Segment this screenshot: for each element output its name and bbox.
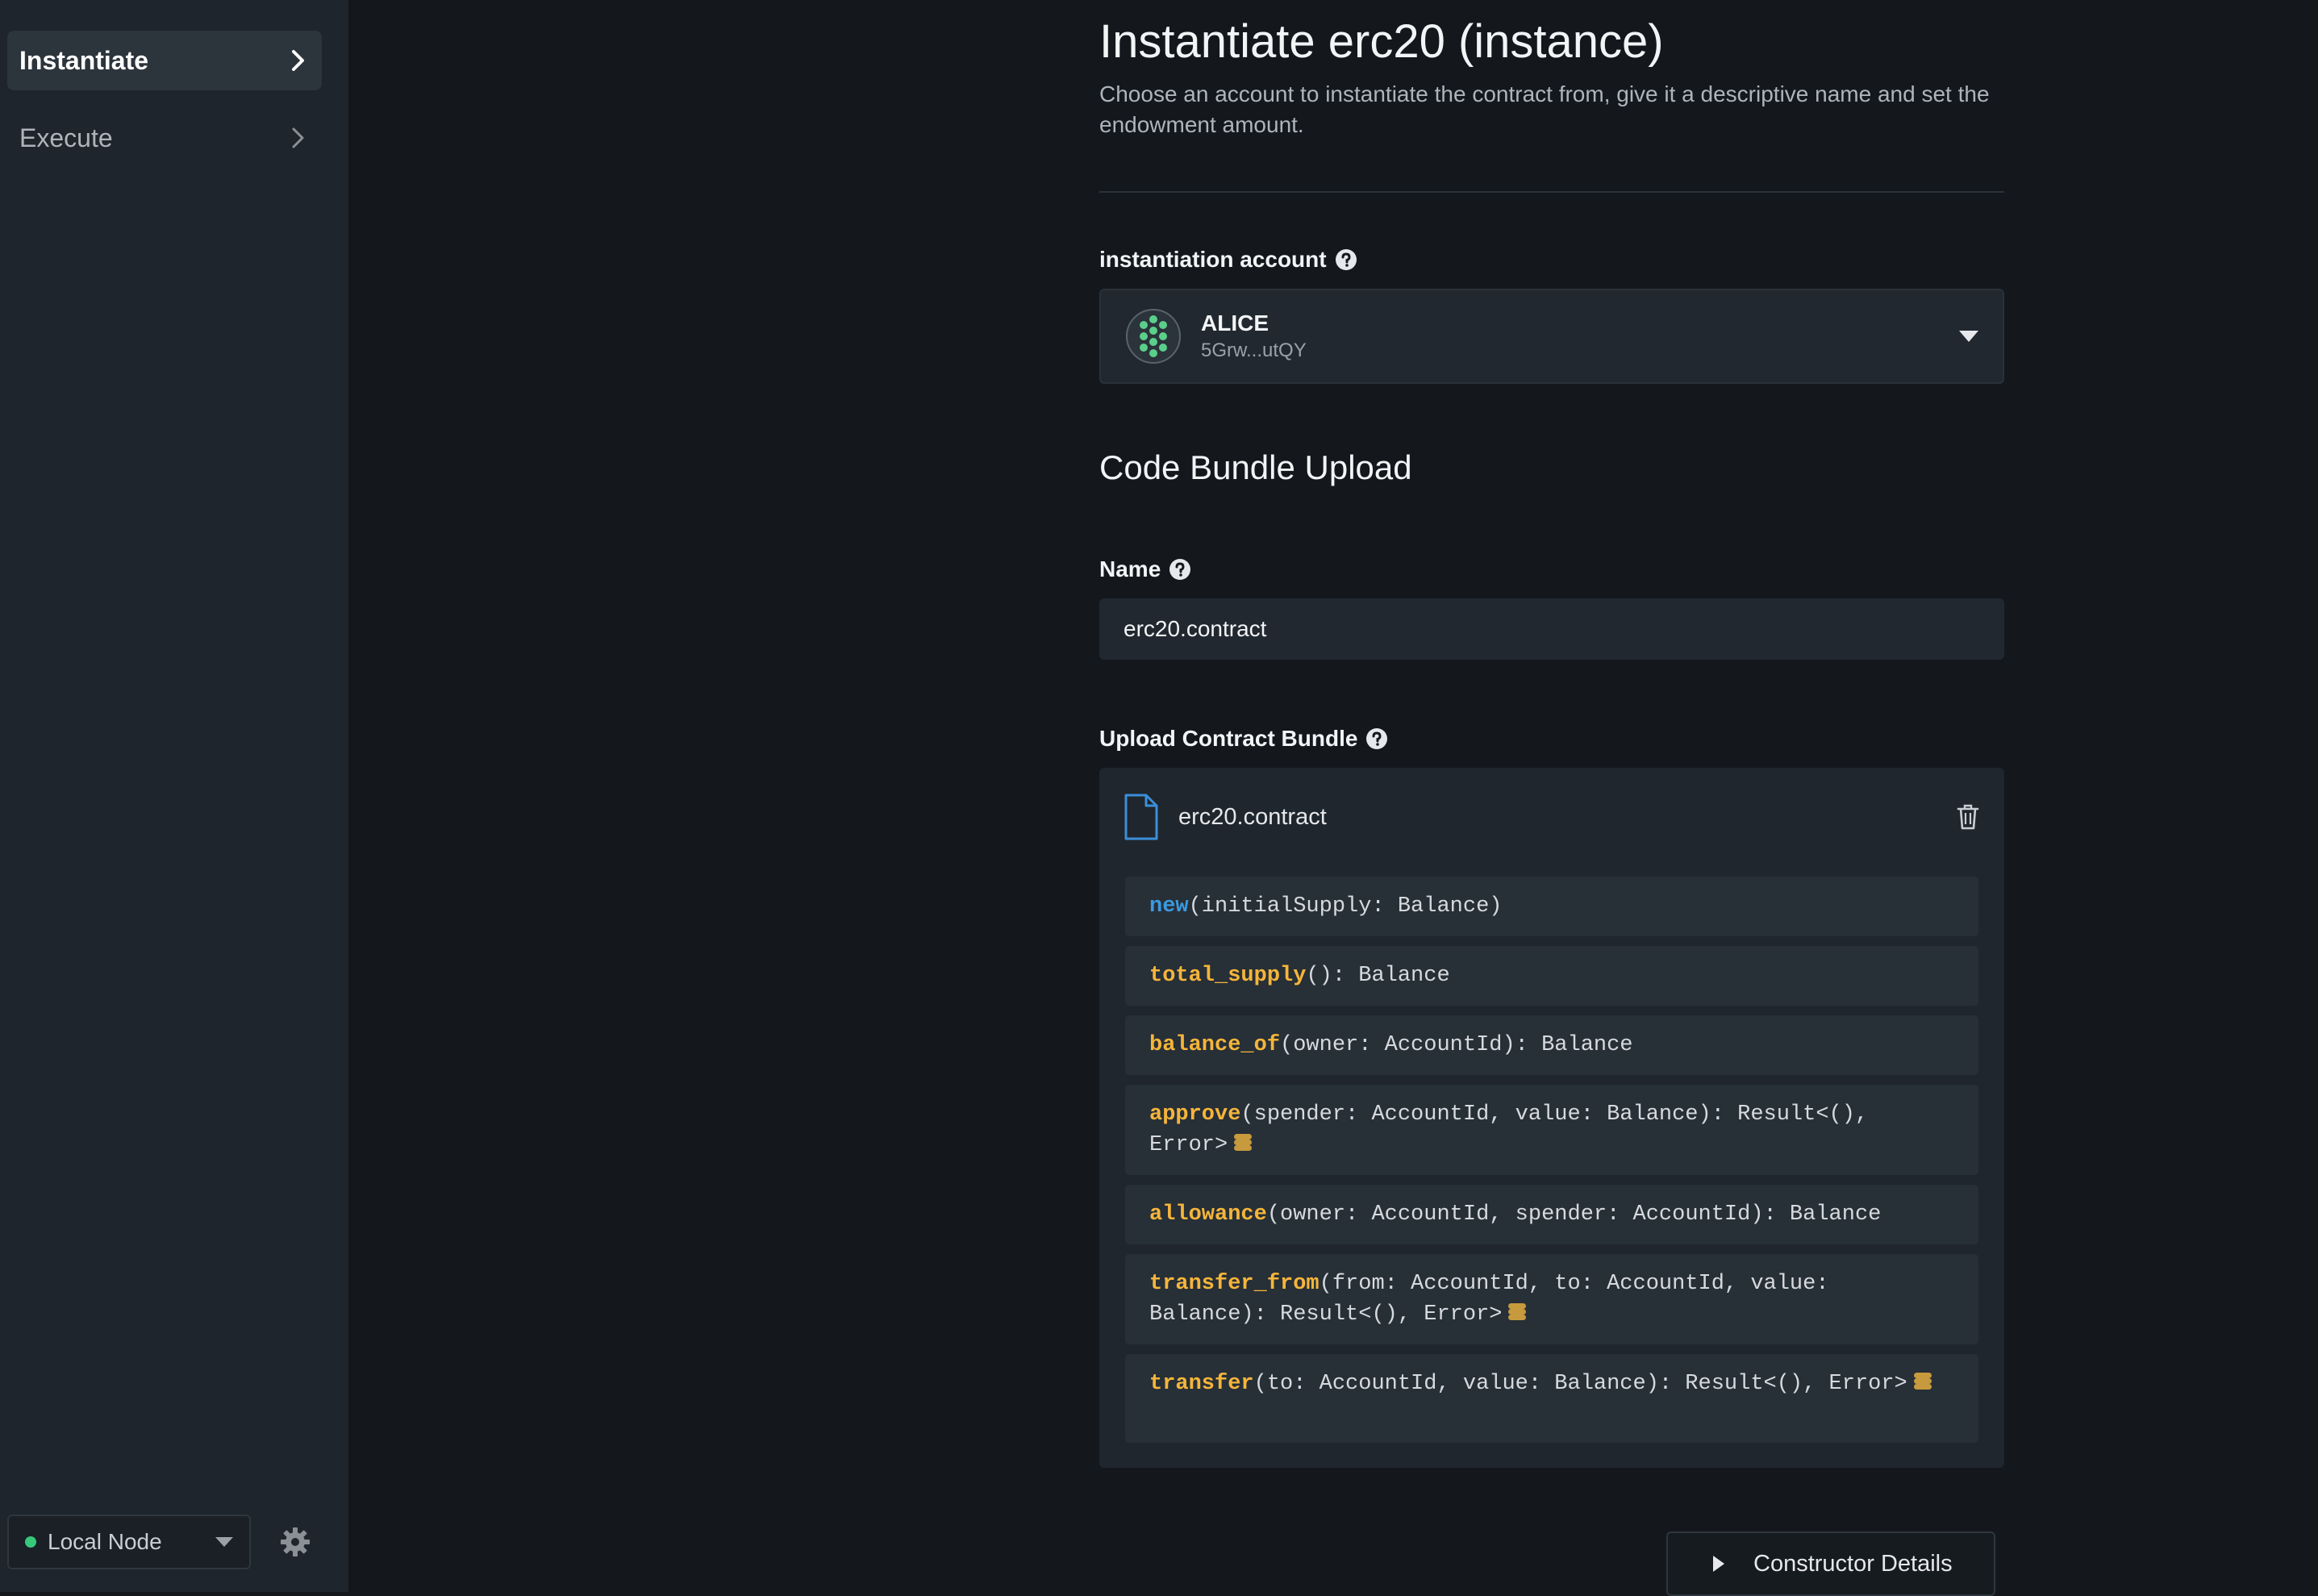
message-item: transfer(to: AccountId, value: Balance):… — [1125, 1354, 1978, 1443]
bundle-label: Upload Contract Bundle — [1099, 726, 1388, 752]
account-label-text: instantiation account — [1099, 247, 1327, 272]
sidebar-item-execute[interactable]: Execute — [7, 108, 322, 168]
node-label: Local Node — [48, 1529, 162, 1554]
identicon-avatar — [1126, 309, 1181, 364]
coins-icon — [1508, 1303, 1527, 1320]
message-signature: (owner: AccountId, spender: AccountId): … — [1266, 1202, 1882, 1227]
message-signature: (initialSupply: Balance) — [1188, 894, 1503, 919]
page-title: Instantiate erc20 (instance) — [1099, 15, 1664, 68]
chevron-right-icon — [292, 50, 304, 71]
chevron-right-icon — [292, 127, 304, 148]
divider — [1099, 191, 2004, 193]
constructor-details-button[interactable]: Constructor Details — [1666, 1531, 1995, 1596]
section-title: Code Bundle Upload — [1099, 448, 1412, 486]
message-name: transfer — [1149, 1372, 1254, 1396]
caret-down-icon — [215, 1537, 233, 1547]
help-icon[interactable] — [1365, 727, 1388, 750]
sidebar-item-label: Instantiate — [19, 45, 149, 75]
message-name: allowance — [1149, 1202, 1267, 1227]
sidebar: Instantiate Execute Local Node — [0, 0, 348, 1592]
help-icon[interactable] — [1169, 558, 1191, 581]
name-label: Name — [1099, 556, 1191, 582]
message-signature: (spender: AccountId, value: Balance): Re… — [1149, 1102, 1869, 1157]
caret-right-icon — [1713, 1556, 1724, 1572]
message-item: balance_of(owner: AccountId): Balance — [1125, 1015, 1978, 1075]
message-signature: (to: AccountId, value: Balance): Result<… — [1253, 1372, 1907, 1396]
file-icon — [1124, 794, 1158, 840]
coins-icon — [1913, 1373, 1932, 1390]
bundle-panel: erc20.contract new(initialSupply: Balanc… — [1099, 768, 2004, 1468]
constructor-details-label: Constructor Details — [1753, 1550, 1953, 1577]
message-name: new — [1149, 894, 1189, 919]
account-label: instantiation account — [1099, 247, 1357, 273]
uploaded-file: erc20.contract — [1124, 790, 1980, 844]
message-name: transfer_from — [1149, 1272, 1320, 1296]
status-dot — [25, 1536, 36, 1548]
trash-icon[interactable] — [1956, 803, 1980, 831]
message-signature: (): Balance — [1306, 964, 1450, 988]
page-subtitle: Choose an account to instantiate the con… — [1099, 81, 1990, 137]
message-item: new(initialSupply: Balance) — [1125, 877, 1978, 936]
message-name: approve — [1149, 1102, 1241, 1127]
message-name: total_supply — [1149, 964, 1307, 988]
name-input[interactable] — [1099, 598, 2004, 660]
sidebar-item-instantiate[interactable]: Instantiate — [7, 31, 322, 90]
account-info: ALICE 5Grw...utQY — [1201, 310, 1959, 362]
account-dropdown[interactable]: ALICE 5Grw...utQY — [1099, 289, 2004, 384]
help-icon[interactable] — [1335, 248, 1357, 271]
message-signature: (owner: AccountId): Balance — [1280, 1033, 1633, 1057]
message-item: transfer_from(from: AccountId, to: Accou… — [1125, 1254, 1978, 1344]
account-name: ALICE — [1201, 310, 1269, 335]
node-selector[interactable]: Local Node — [7, 1515, 251, 1569]
coins-icon — [1234, 1134, 1253, 1151]
message-item: allowance(owner: AccountId, spender: Acc… — [1125, 1185, 1978, 1244]
gear-icon[interactable] — [279, 1526, 311, 1558]
bundle-label-text: Upload Contract Bundle — [1099, 726, 1358, 751]
message-item: approve(spender: AccountId, value: Balan… — [1125, 1085, 1978, 1175]
account-address: 5Grw...utQY — [1201, 340, 1307, 361]
name-label-text: Name — [1099, 556, 1161, 581]
file-name: erc20.contract — [1178, 803, 1327, 830]
message-name: balance_of — [1149, 1033, 1281, 1057]
message-item: total_supply(): Balance — [1125, 946, 1978, 1006]
caret-down-icon — [1959, 331, 1978, 342]
sidebar-item-label: Execute — [19, 123, 113, 152]
